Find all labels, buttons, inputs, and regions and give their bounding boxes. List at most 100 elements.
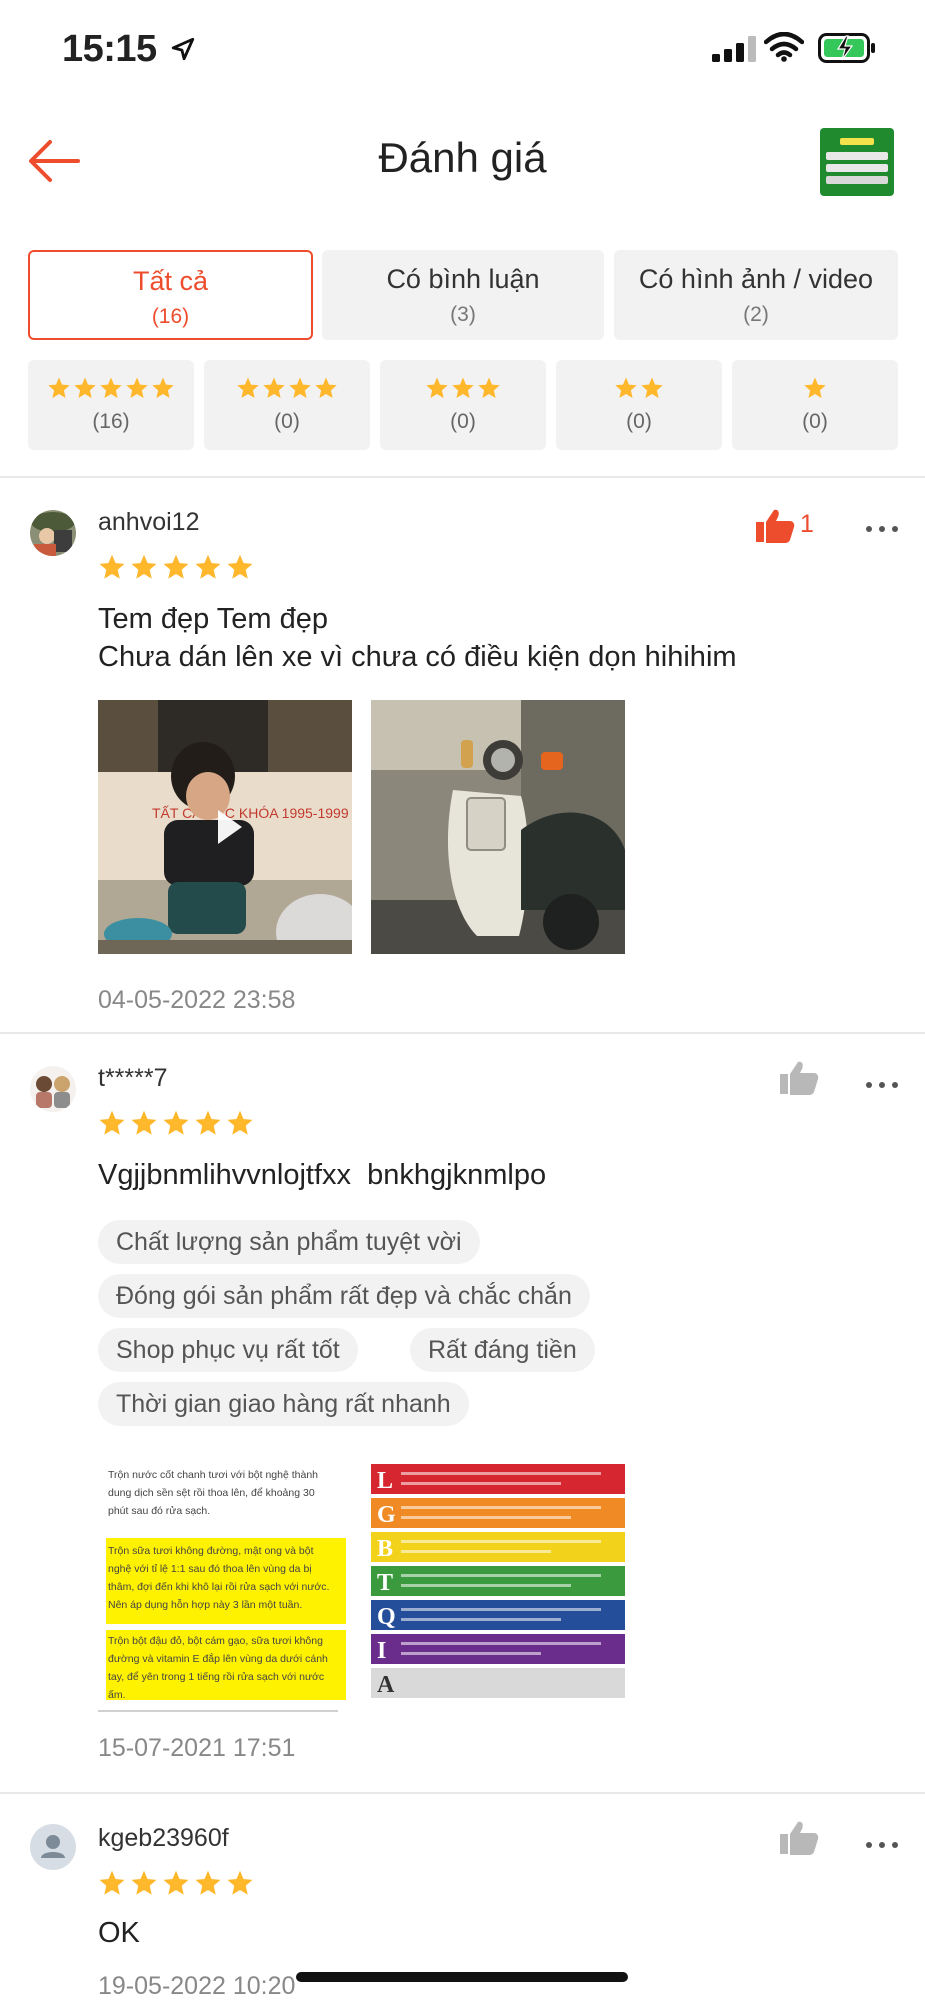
more-options-icon[interactable]	[864, 1078, 900, 1092]
more-options-icon[interactable]	[864, 522, 900, 536]
document-line: đường và vitamin E đắp lên vùng da dưới …	[108, 1652, 328, 1665]
document-line: nghệ với tỉ lệ 1:1 sau đó thoa lên vùng …	[108, 1563, 312, 1575]
star-filter-3[interactable]: (0)	[380, 360, 546, 450]
star-icon	[99, 1870, 125, 1895]
review-photo[interactable]: Trộn nước cốt chanh tươi với bột nghệ th…	[98, 1460, 352, 1714]
star-filter-4[interactable]: (0)	[204, 360, 370, 450]
review-tag: Rất đáng tiền	[410, 1328, 595, 1372]
review-tag: Thời gian giao hàng rất nhanh	[98, 1382, 469, 1426]
star-icon	[227, 1110, 253, 1135]
thumbs-up-icon[interactable]	[752, 508, 802, 544]
star-icon	[315, 377, 337, 398]
chart-letter: B	[377, 1536, 393, 1562]
star-icon	[641, 377, 663, 398]
star-icons	[204, 376, 370, 402]
star-icon	[163, 554, 189, 579]
status-time: 15:15	[62, 28, 157, 70]
default-user-icon	[41, 1835, 65, 1858]
star-icon	[48, 377, 70, 398]
star-icon	[126, 377, 148, 398]
star-icon	[227, 554, 253, 579]
review-photo[interactable]	[371, 700, 625, 954]
star-filter-5[interactable]: (16)	[28, 360, 194, 450]
page-title: Đánh giá	[378, 134, 547, 181]
document-line: thâm, đợi đến khi khô lại rồi rửa sạch v…	[108, 1581, 329, 1593]
star-icon	[227, 1870, 253, 1895]
review-item: kgeb23960f OK 19-05-2022 10:20	[0, 1794, 925, 2000]
document-line: Trộn nước cốt chanh tươi với bột nghệ th…	[108, 1469, 318, 1481]
review-date: 19-05-2022 10:20	[98, 1972, 296, 2000]
cellular-signal-icon	[712, 36, 756, 62]
review-tag: Chất lượng sản phẩm tuyệt vời	[98, 1220, 480, 1264]
star-icon	[195, 1870, 221, 1895]
review-item: t*****7 Vgjjbnmlihvvnlojtfxx bnkhgjknmlp…	[0, 1034, 925, 1792]
star-icon	[131, 1870, 157, 1895]
star-icon	[195, 554, 221, 579]
star-icon	[237, 377, 259, 398]
chart-letter: I	[377, 1638, 386, 1664]
more-options-icon[interactable]	[864, 1838, 900, 1852]
document-line: Nên áp dụng hỗn hợp này 3 lần một tuần.	[108, 1598, 302, 1611]
star-icon	[131, 554, 157, 579]
review-rating	[98, 553, 254, 581]
nav-bar: Đánh giá	[0, 110, 925, 210]
review-username[interactable]: t*****7	[98, 1064, 168, 1093]
home-indicator	[296, 1972, 628, 1982]
filter-tab-with-media[interactable]: Có hình ảnh / video (2)	[614, 250, 898, 340]
review-text-line: OK	[98, 1917, 140, 1949]
review-tag: Đóng gói sản phẩm rất đẹp và chắc chắn	[98, 1274, 590, 1318]
thumbs-up-icon[interactable]	[776, 1060, 826, 1096]
document-photo: Trộn nước cốt chanh tươi với bột nghệ th…	[98, 1460, 352, 1714]
avatar[interactable]	[30, 1824, 76, 1870]
review-username[interactable]: anhvoi12	[98, 508, 199, 537]
filter-tab-label: Tất cả	[132, 266, 209, 296]
filter-tab-label: Có hình ảnh / video	[638, 264, 874, 294]
review-text-line: Chưa dán lên xe vì chưa có điều kiện dọn…	[98, 641, 737, 673]
chart-letter: Q	[377, 1604, 396, 1630]
banner-text: TẤT CẢ CÁC KHÓA 1995-1999	[152, 805, 349, 821]
star-filter-count: (0)	[626, 410, 652, 433]
document-line: tay, để yên trong 1 tiếng rồi rửa sạch v…	[108, 1671, 324, 1683]
review-item: anhvoi12 1 Tem đẹp Tem đẹp Chưa dán lên …	[0, 478, 925, 1032]
star-icon	[100, 377, 122, 398]
star-filter-1[interactable]: (0)	[732, 360, 898, 450]
document-line: Trộn sữa tươi không đường, mật ong và bộ…	[108, 1545, 314, 1557]
star-icon	[804, 377, 826, 398]
filter-tab-all[interactable]: Tất cả (16)	[28, 250, 313, 340]
chart-letter: A	[377, 1672, 395, 1698]
review-tag: Shop phục vụ rất tốt	[98, 1328, 358, 1372]
chart-letter: G	[377, 1502, 396, 1528]
star-icon	[99, 554, 125, 579]
review-photo[interactable]: L G B T Q I A	[371, 1460, 625, 1714]
star-icon	[615, 377, 637, 398]
avatar[interactable]	[30, 510, 76, 556]
filter-tab-label: Có bình luận	[386, 264, 540, 294]
battery-charging-icon	[818, 33, 875, 63]
star-filter-row: (16) (0) (0) (0) (0)	[28, 360, 898, 452]
filter-tab-count: (2)	[743, 303, 769, 326]
review-username[interactable]: kgeb23960f	[98, 1824, 229, 1853]
filter-tab-with-comment[interactable]: Có bình luận (3)	[322, 250, 604, 340]
star-icon	[452, 377, 474, 398]
star-icons	[28, 376, 194, 402]
document-line: Trộn bột đậu đỏ, bột cám gạo, sữa tươi k…	[108, 1635, 323, 1647]
lgbtqia-chart-photo: L G B T Q I A	[371, 1460, 625, 1714]
star-icons	[732, 376, 898, 402]
star-filter-2[interactable]: (0)	[556, 360, 722, 450]
product-thumbnail[interactable]	[820, 128, 894, 196]
star-filter-count: (16)	[92, 410, 130, 433]
star-icon	[152, 377, 174, 398]
review-text-line: Vgjjbnmlihvvnlojtfxx bnkhgjknmlpo	[98, 1159, 547, 1191]
star-icon	[163, 1870, 189, 1895]
thumbs-up-icon[interactable]	[776, 1820, 826, 1856]
chart-letter: T	[377, 1570, 393, 1596]
review-date: 04-05-2022 23:58	[98, 986, 296, 1014]
star-icon	[131, 1110, 157, 1135]
avatar[interactable]	[30, 1066, 76, 1112]
review-video-thumbnail[interactable]: TẤT CẢ CÁC KHÓA 1995-1999	[98, 700, 352, 954]
filter-tab-count: (3)	[450, 303, 476, 326]
star-filter-count: (0)	[274, 410, 300, 433]
chart-letter: L	[377, 1468, 393, 1494]
document-line: phút sau đó rửa sạch.	[108, 1505, 210, 1517]
star-icon	[195, 1110, 221, 1135]
